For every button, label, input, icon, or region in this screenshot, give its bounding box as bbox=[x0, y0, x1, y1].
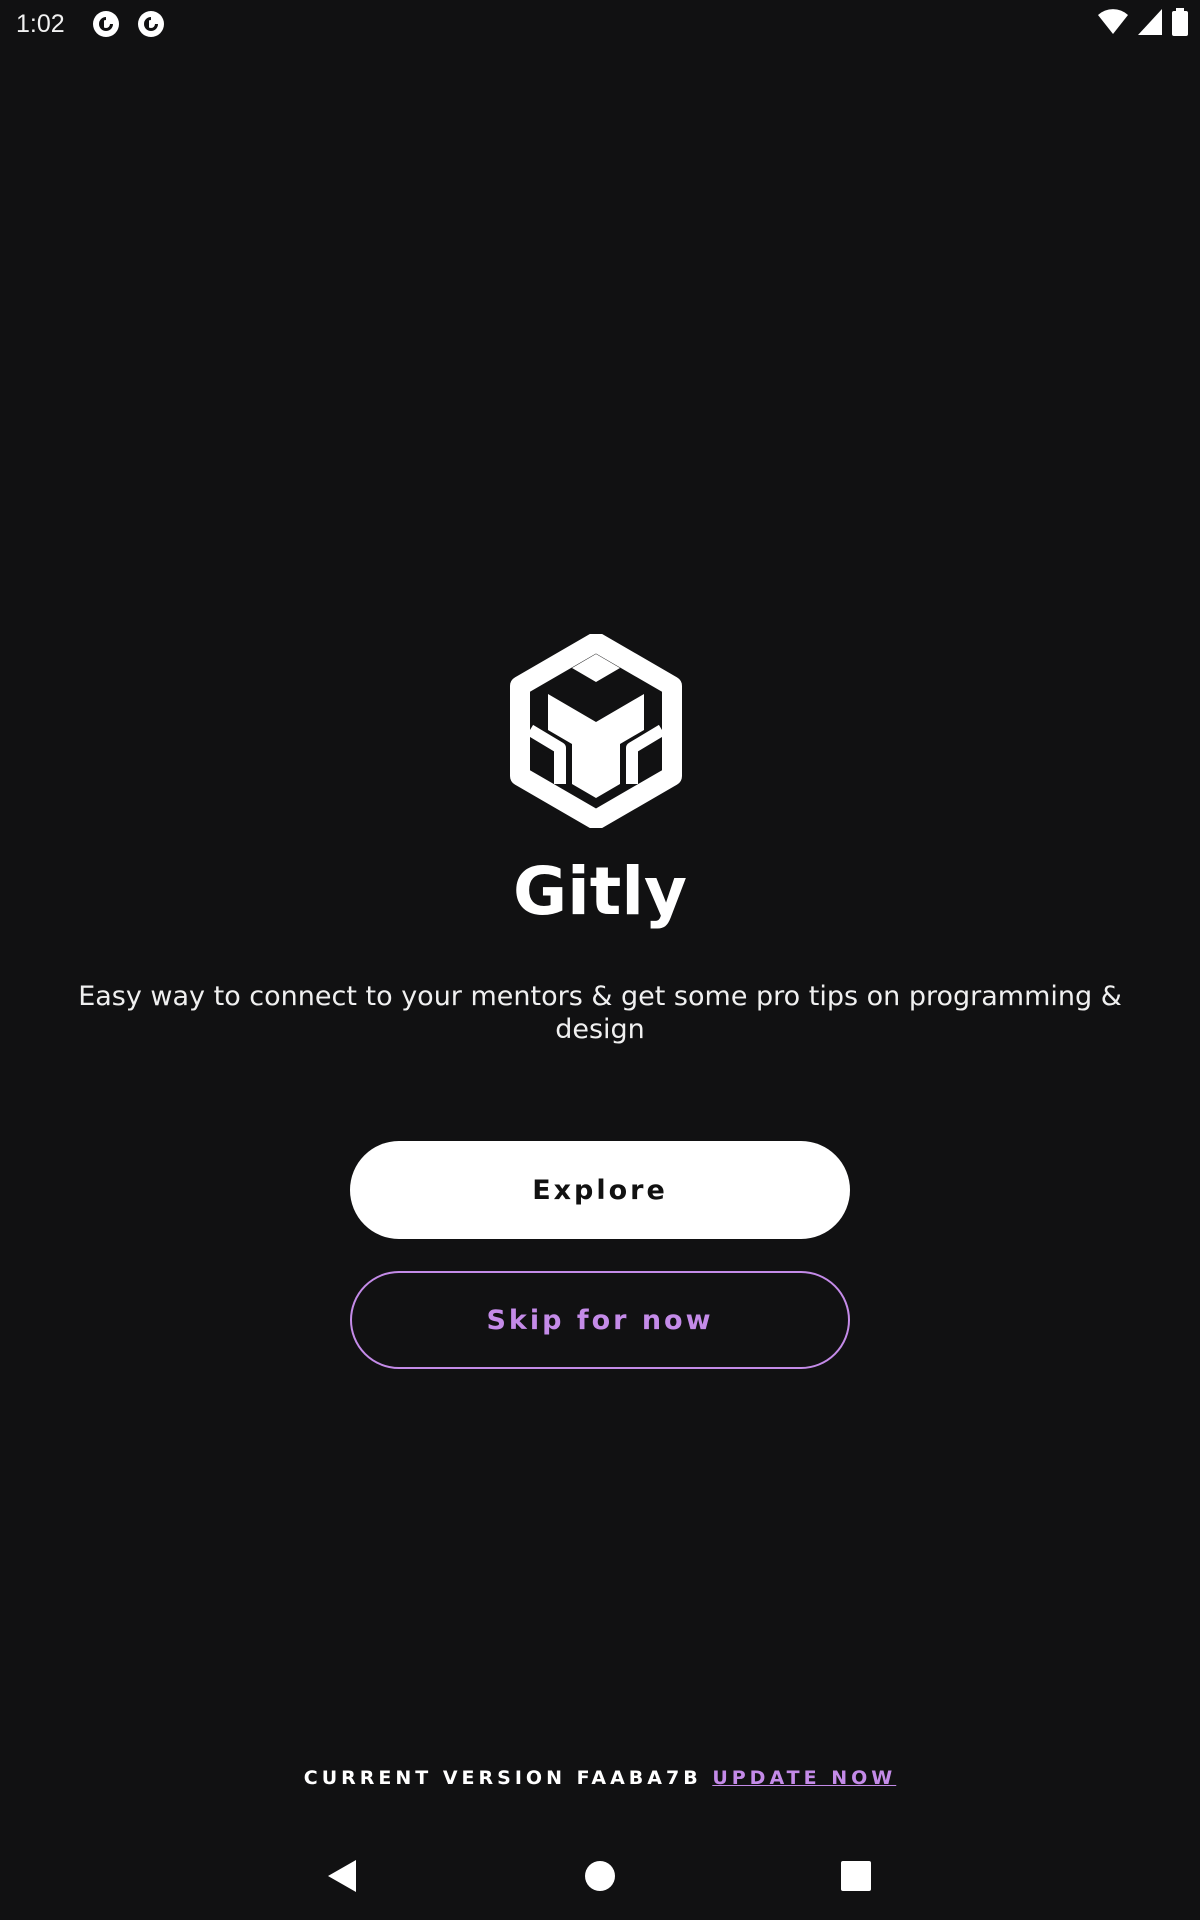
recents-icon[interactable] bbox=[824, 1844, 888, 1908]
version-footer: CURRENT VERSION FAABA7B UPDATE NOW bbox=[0, 1766, 1200, 1790]
home-icon[interactable] bbox=[568, 1844, 632, 1908]
battery-icon bbox=[1172, 8, 1188, 40]
explore-button[interactable]: Explore bbox=[350, 1141, 850, 1239]
hexagon-cube-logo-icon bbox=[508, 632, 684, 830]
wifi-icon bbox=[1098, 9, 1128, 39]
current-version-label: CURRENT VERSION FAABA7B bbox=[303, 1767, 702, 1789]
status-bar: 1:02 bbox=[0, 0, 1200, 48]
pocket-casts-icon bbox=[92, 10, 120, 38]
app-name: Gitly bbox=[513, 853, 687, 930]
cell-signal-icon bbox=[1138, 9, 1162, 39]
pocket-casts-icon bbox=[137, 10, 165, 38]
tagline: Easy way to connect to your mentors & ge… bbox=[78, 981, 1122, 1045]
skip-for-now-button[interactable]: Skip for now bbox=[350, 1271, 850, 1369]
navigation-bar bbox=[0, 1832, 1200, 1920]
status-time: 1:02 bbox=[16, 10, 65, 38]
update-now-link[interactable]: UPDATE NOW bbox=[712, 1767, 896, 1789]
back-icon[interactable] bbox=[310, 1844, 374, 1908]
